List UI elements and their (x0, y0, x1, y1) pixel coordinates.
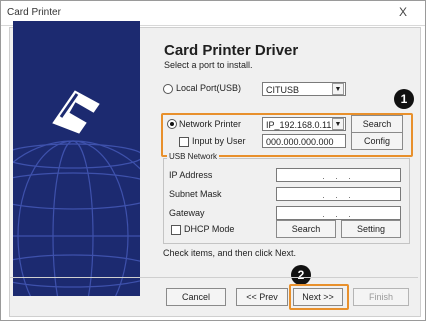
callout-badge-2: 2 (291, 265, 311, 285)
input-by-user-label: Input by User (192, 136, 246, 146)
setting-button[interactable]: Setting (341, 220, 401, 238)
subnet-mask-label: Subnet Mask (169, 189, 222, 199)
network-search-button[interactable]: Search (351, 115, 403, 133)
page-title: Card Printer Driver (164, 42, 299, 59)
local-port-label: Local Port(USB) (176, 83, 242, 93)
cancel-button[interactable]: Cancel (166, 288, 226, 306)
footer-divider (10, 277, 418, 278)
gateway-label: Gateway (169, 208, 205, 218)
dhcp-mode-checkbox[interactable] (171, 225, 181, 235)
config-button[interactable]: Config (351, 132, 403, 150)
network-printer-radio[interactable] (167, 119, 177, 129)
input-by-user-checkbox[interactable] (179, 137, 189, 147)
prev-button[interactable]: << Prev (236, 288, 288, 306)
instruction-text: Check items, and then click Next. (163, 248, 297, 258)
printer-card-icon (46, 78, 106, 138)
ip-address-field[interactable]: . . . (276, 168, 401, 182)
ip-address-label: IP Address (169, 170, 213, 180)
page-subtitle: Select a port to install. (164, 60, 253, 70)
globe-graphic (13, 21, 140, 296)
subnet-mask-field[interactable]: . . . (276, 187, 401, 201)
dhcp-mode-label: DHCP Mode (184, 224, 235, 234)
close-button[interactable]: X (389, 3, 417, 21)
chevron-down-icon[interactable]: ▼ (332, 118, 344, 130)
network-printer-label: Network Printer (179, 119, 242, 129)
window-title: Card Printer (7, 7, 61, 18)
card-printer-window: Card Printer X Card Printer Driver Selec… (0, 0, 426, 321)
callout-badge-1: 1 (394, 89, 414, 109)
gateway-field[interactable]: . . . (276, 206, 401, 220)
ip-input-field[interactable]: 000.000.000.000 (262, 134, 346, 148)
usb-search-button[interactable]: Search (276, 220, 336, 238)
finish-button: Finish (353, 288, 409, 306)
chevron-down-icon[interactable]: ▼ (332, 83, 344, 95)
usb-network-title: USB Network (167, 152, 220, 161)
local-port-radio[interactable] (163, 84, 173, 94)
next-button[interactable]: Next >> (293, 288, 343, 306)
